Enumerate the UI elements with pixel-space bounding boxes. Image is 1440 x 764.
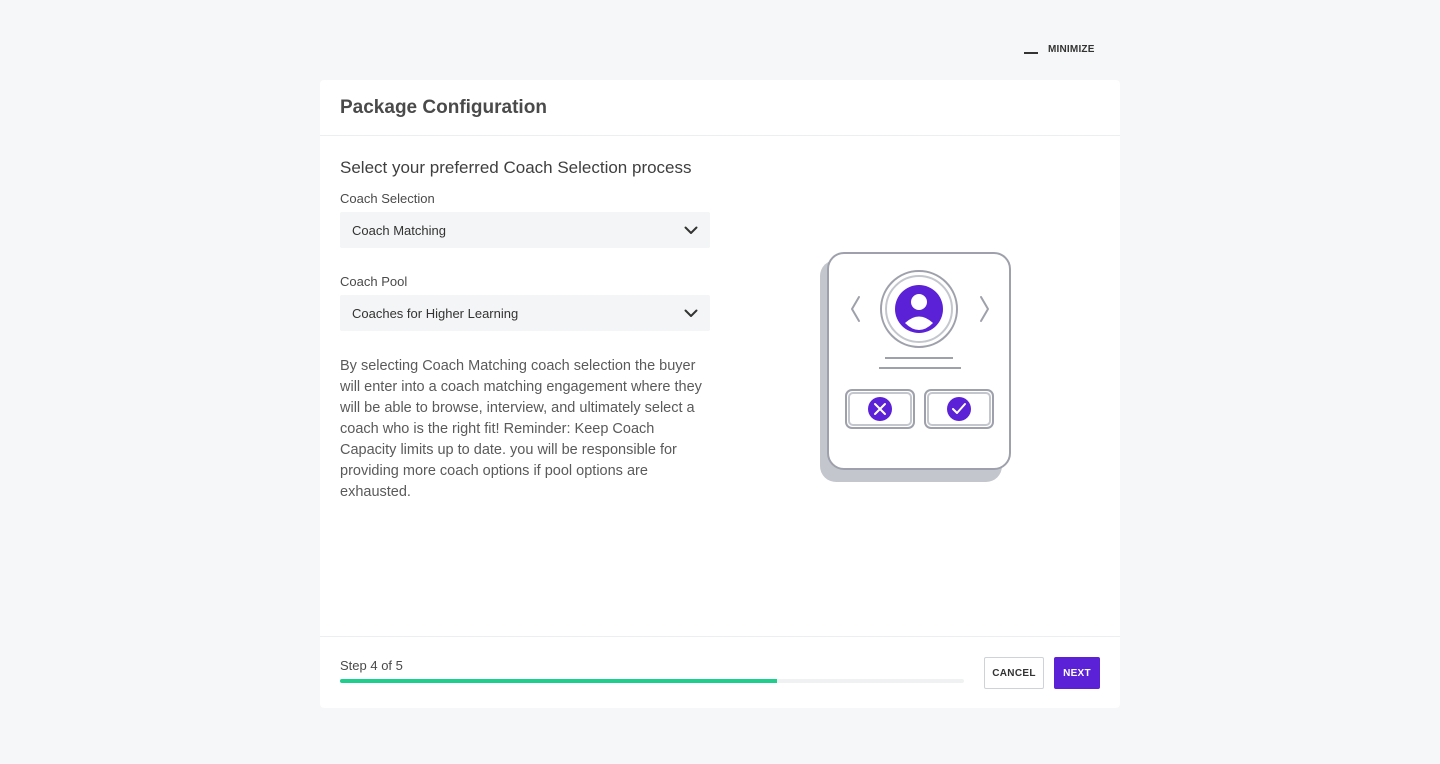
minimize-button[interactable]: MINIMIZE [1024, 44, 1095, 55]
card-footer: Step 4 of 5 CANCEL NEXT [320, 636, 1120, 709]
cancel-button[interactable]: CANCEL [984, 657, 1044, 689]
coach-pool-dropdown[interactable]: Coaches for Higher Learning [340, 295, 710, 331]
card-body: Select your preferred Coach Selection pr… [320, 136, 1120, 636]
coach-matching-illustration [818, 252, 1018, 489]
card-header: Package Configuration [320, 80, 1120, 136]
coach-selection-dropdown[interactable]: Coach Matching [340, 212, 710, 248]
chevron-down-icon [684, 306, 698, 320]
progress-bar [340, 679, 964, 683]
minimize-label: MINIMIZE [1048, 44, 1095, 55]
page-title: Package Configuration [340, 96, 547, 118]
minus-icon [1024, 51, 1038, 54]
chevron-down-icon [684, 223, 698, 237]
coach-pool-value: Coaches for Higher Learning [352, 305, 519, 321]
coach-selection-value: Coach Matching [352, 222, 446, 238]
package-configuration-card: Package Configuration Select your prefer… [320, 80, 1120, 708]
section-title: Select your preferred Coach Selection pr… [340, 158, 692, 177]
coach-matching-description: By selecting Coach Matching coach select… [340, 358, 702, 500]
coach-pool-label: Coach Pool [340, 274, 408, 289]
next-button[interactable]: NEXT [1054, 657, 1100, 689]
form-column: Select your preferred Coach Selection pr… [340, 158, 710, 503]
step-indicator: Step 4 of 5 [340, 658, 403, 673]
progress-bar-fill [340, 679, 777, 683]
coach-selection-label: Coach Selection [340, 191, 435, 206]
